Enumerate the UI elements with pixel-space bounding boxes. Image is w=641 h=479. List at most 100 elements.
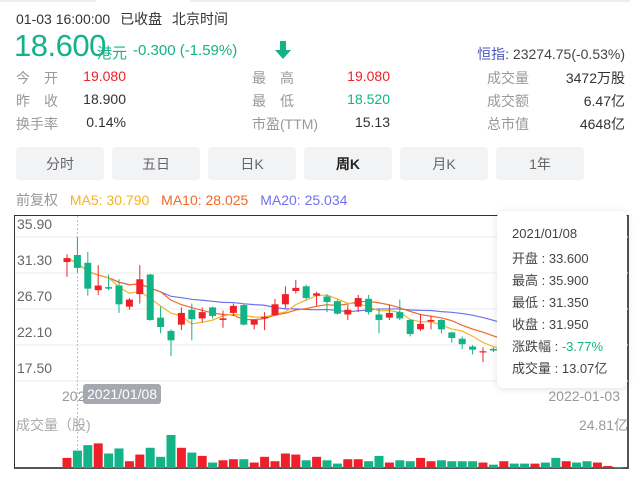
candle-body [73, 255, 81, 268]
volume-bar [447, 461, 457, 468]
volume-bar [384, 462, 394, 468]
tooltip-change: 涨跌幅 : -3.77% [512, 336, 603, 355]
candle-body [375, 314, 383, 320]
volume-bar [436, 460, 446, 468]
volume-bar [145, 447, 155, 468]
volume-bar [603, 466, 613, 468]
candle-body [115, 285, 123, 305]
candle-body [489, 348, 497, 351]
candle-body [354, 298, 362, 307]
candle-body [385, 312, 393, 318]
volume-bar [613, 466, 623, 468]
candle-body [188, 309, 196, 320]
volume-bar [72, 450, 82, 468]
volume-bar [561, 461, 571, 468]
volume-bar [592, 462, 602, 468]
candle-body [479, 351, 487, 353]
candle-body [427, 319, 435, 322]
volume-bar [468, 461, 478, 468]
candle-body [105, 287, 113, 289]
candle-body [229, 305, 237, 313]
volume-bar [353, 459, 363, 468]
candle-body [198, 312, 206, 319]
candle-body [271, 304, 279, 316]
volume-bar [530, 463, 540, 468]
volume-bar [228, 459, 238, 468]
volume-bar [104, 453, 114, 468]
volume-bar [208, 462, 218, 468]
tooltip-open: 开盘 : 33.600 [512, 251, 589, 266]
volume-bar [416, 457, 426, 468]
volume-bar [124, 461, 134, 468]
volume-bar [478, 462, 488, 468]
volume-bar [114, 448, 124, 468]
candle-body [469, 346, 477, 350]
y-tick-label: 17.50 [17, 360, 53, 376]
tooltip-high: 最高 : 35.900 [512, 273, 589, 288]
volume-bar [374, 455, 384, 468]
x-end-label: 2022-01-03 [548, 388, 620, 404]
volume-bar [520, 463, 530, 468]
volume-bar [156, 456, 166, 468]
volume-bar [540, 462, 550, 468]
candle-body [313, 293, 321, 296]
volume-bar [405, 461, 415, 468]
volume-bar [187, 452, 197, 468]
tooltip-change-value: -3.77% [561, 339, 604, 354]
tooltip-volume: 成交量 : 13.07亿 [512, 361, 608, 376]
volume-bar [218, 460, 228, 468]
volume-bar [488, 464, 498, 468]
volume-bar [83, 445, 93, 468]
candle-body [323, 296, 331, 302]
candle-body [209, 307, 217, 317]
tooltip-date: 2021/01/08 [512, 226, 578, 241]
candle-body [333, 301, 341, 314]
candle-body [84, 262, 92, 289]
volume-bar [322, 460, 332, 468]
candle-body [94, 285, 102, 291]
volume-bar [270, 461, 280, 468]
candle-body [302, 286, 310, 299]
candle-body [125, 299, 133, 307]
candle-body [417, 323, 425, 330]
candle-body [240, 305, 248, 325]
volume-bar [62, 457, 72, 468]
volume-bar [509, 463, 519, 468]
tooltip-change-label: 涨跌幅 : [512, 339, 562, 354]
candle-body [146, 274, 154, 320]
volume-bar [343, 459, 353, 468]
volume-bar [197, 455, 207, 468]
candle-body [458, 338, 466, 345]
volume-bar [582, 461, 592, 468]
volume-bar [364, 461, 374, 468]
volume-bar [176, 447, 186, 468]
volume-bar [93, 443, 103, 468]
crosshair-date-label: 2021/01/08 [83, 384, 162, 404]
y-tick-label: 35.90 [17, 216, 53, 232]
candle-body [292, 287, 300, 291]
volume-bar [249, 462, 259, 468]
candle-body [396, 312, 404, 319]
volume-bar [457, 461, 467, 468]
volume-bar [395, 460, 405, 468]
volume-bar [280, 453, 290, 468]
candle-body [437, 319, 445, 330]
volume-bar [426, 461, 436, 468]
y-tick-label: 26.70 [17, 288, 53, 304]
volume-bar [332, 463, 342, 468]
candle-body [157, 317, 165, 327]
candle-body [250, 319, 258, 325]
volume-label: 成交量（股) [16, 417, 91, 433]
y-tick-label: 22.10 [17, 324, 53, 340]
candle-body [406, 319, 414, 335]
candle-body [219, 318, 227, 320]
volume-bar [291, 454, 301, 468]
kline-tooltip: 2021/01/08 开盘 : 33.600 最高 : 35.900 最低 : … [497, 211, 627, 388]
candle-body [365, 298, 373, 313]
candle-body [448, 332, 456, 338]
candle-body [63, 258, 71, 263]
x-start-label: 202 [62, 388, 86, 404]
candle-body [177, 312, 185, 325]
volume-bar [551, 457, 561, 468]
candle-body [136, 279, 144, 295]
